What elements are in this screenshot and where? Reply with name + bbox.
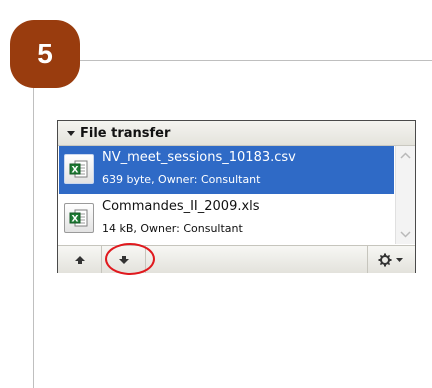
frame-divider-top	[80, 60, 432, 61]
move-up-button[interactable]	[58, 246, 102, 273]
collapse-triangle-icon[interactable]	[67, 130, 75, 136]
settings-menu-button[interactable]	[367, 246, 415, 273]
file-meta: 14 kB, Owner: Consultant	[102, 222, 243, 235]
gear-icon	[378, 253, 403, 266]
file-name: NV_meet_sessions_10183.csv	[102, 150, 296, 165]
svg-text:X: X	[72, 214, 79, 224]
arrow-up-icon	[74, 255, 85, 264]
file-list-item[interactable]: X NV_meet_sessions_10183.csv 639 byte, O…	[59, 146, 394, 194]
file-list: X NV_meet_sessions_10183.csv 639 byte, O…	[59, 146, 394, 244]
scroll-up-arrow-icon[interactable]	[397, 147, 414, 164]
scroll-down-arrow-icon[interactable]	[397, 226, 414, 243]
file-meta: 639 byte, Owner: Consultant	[102, 173, 261, 186]
file-name: Commandes_II_2009.xls	[102, 199, 260, 214]
file-list-item[interactable]: X Commandes_II_2009.xls 14 kB, Owner: Co…	[59, 195, 394, 243]
step-badge: 5	[10, 20, 80, 88]
panel-header[interactable]: File transfer	[58, 121, 415, 146]
excel-file-icon: X	[64, 203, 94, 233]
svg-text:X: X	[72, 165, 79, 175]
highlight-ring	[105, 243, 155, 275]
frame-divider-left	[33, 88, 34, 388]
panel-title: File transfer	[80, 125, 171, 141]
excel-file-icon: X	[64, 154, 94, 184]
step-number: 5	[37, 38, 53, 69]
list-scrollbar[interactable]	[395, 146, 415, 244]
